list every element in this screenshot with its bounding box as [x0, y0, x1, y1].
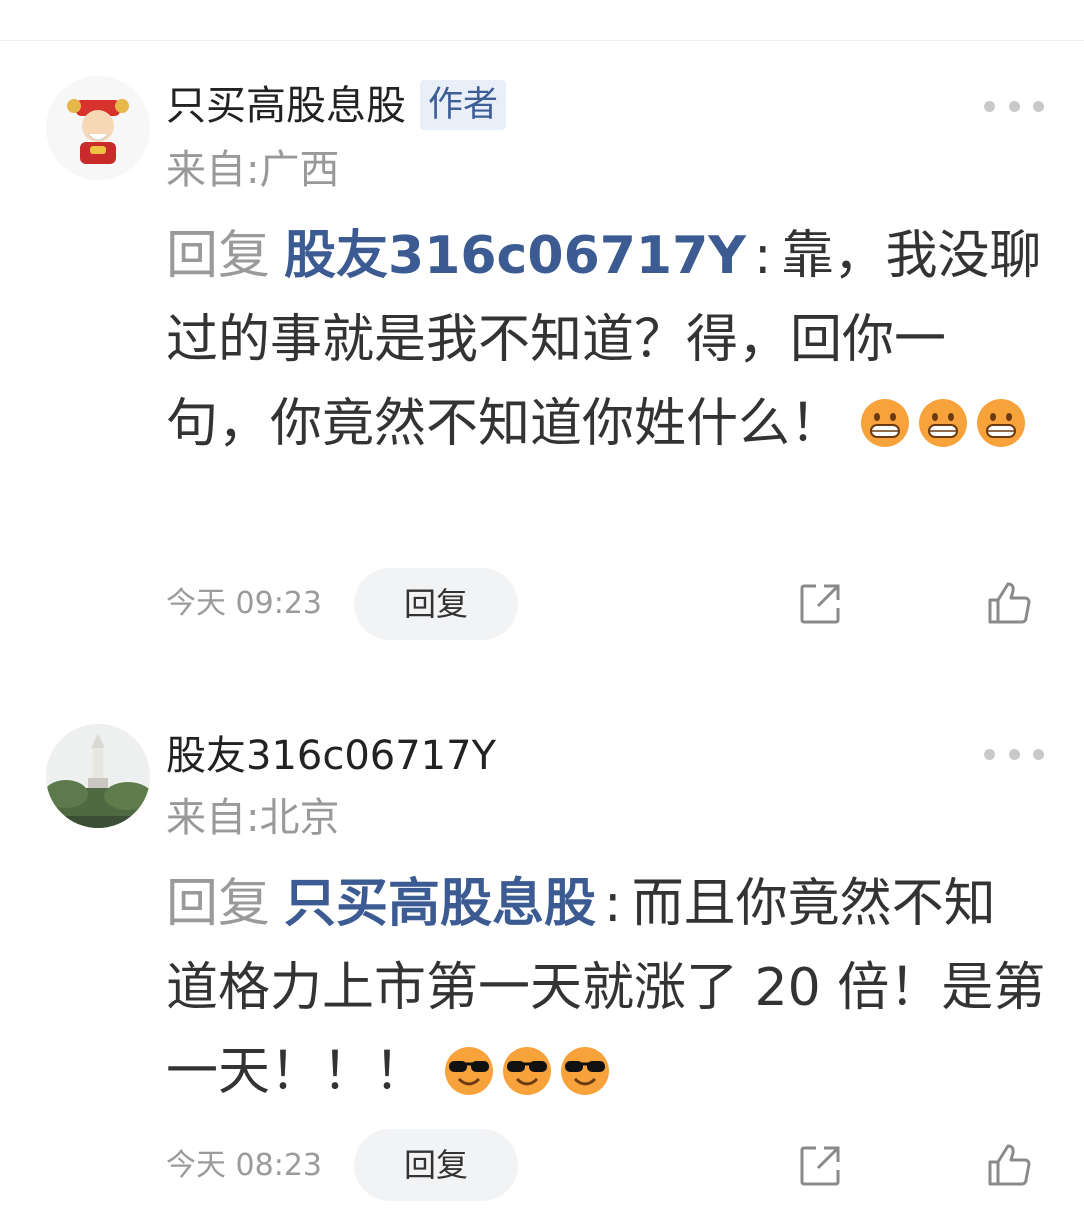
author-name[interactable]: 股友316c06717Y — [166, 732, 496, 780]
more-options-icon[interactable] — [984, 744, 1044, 764]
mention-link[interactable]: 股友316c06717Y — [284, 226, 746, 286]
avatar[interactable] — [46, 76, 150, 180]
location-text: 来自:北京 — [166, 795, 340, 841]
timestamp: 今天 08:23 — [166, 1148, 322, 1183]
top-bar-remnant — [0, 0, 1084, 41]
reply-prefix: 回复 — [166, 874, 271, 934]
location-text: 来自:广西 — [166, 147, 340, 193]
sunglasses-emoji-icon — [560, 1047, 609, 1095]
thumbs-up-icon[interactable] — [986, 580, 1032, 626]
author-name-text[interactable]: 股友316c06717Y — [166, 733, 496, 779]
god-of-wealth-avatar-icon — [46, 76, 150, 180]
comment-body: 回复 只买高股息股: 而且你竟然不知道格力上市第一天就涨了 20 倍！是第一天！！！ — [166, 862, 1046, 1114]
timestamp: 今天 09:23 — [166, 586, 322, 621]
reply-prefix: 回复 — [166, 226, 271, 286]
colon: : — [604, 874, 622, 934]
grin-emoji-icon — [860, 399, 909, 447]
colon: : — [753, 226, 772, 286]
pagoda-photo-avatar-icon — [46, 724, 150, 828]
more-options-icon[interactable] — [984, 96, 1044, 116]
comment-body: 回复 股友316c06717Y: 靠，我没聊过的事就是我不知道？得，回你一句，你竟然… — [166, 214, 1046, 466]
grin-emoji-icon — [976, 399, 1025, 447]
share-icon[interactable] — [798, 1144, 842, 1188]
author-name[interactable]: 只买高股息股 作者 — [166, 80, 507, 130]
author-name-text[interactable]: 只买高股息股 — [166, 83, 406, 129]
sunglasses-emoji-icon — [502, 1047, 551, 1095]
grin-emoji-icon — [918, 399, 967, 447]
share-icon[interactable] — [798, 582, 842, 626]
author-badge: 作者 — [420, 80, 507, 130]
mention-link[interactable]: 只买高股息股 — [284, 874, 596, 934]
reply-button[interactable]: 回复 — [354, 1129, 518, 1201]
reply-button[interactable]: 回复 — [354, 568, 518, 640]
thumbs-up-icon[interactable] — [986, 1142, 1032, 1188]
avatar[interactable] — [46, 724, 150, 828]
sunglasses-emoji-icon — [444, 1047, 493, 1095]
